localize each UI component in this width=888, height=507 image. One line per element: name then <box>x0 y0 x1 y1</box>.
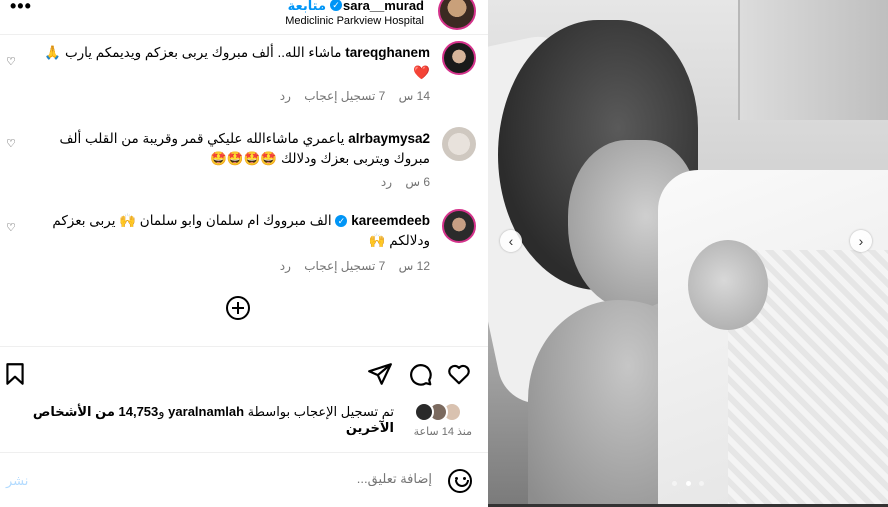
likes-and: و <box>158 404 165 419</box>
comment-time[interactable]: 6 س <box>405 175 430 189</box>
likes-count[interactable]: 14,753 <box>119 404 159 419</box>
reply-button[interactable]: رد <box>280 89 291 103</box>
comment-icon[interactable] <box>407 361 433 387</box>
reply-button[interactable]: رد <box>381 175 392 189</box>
like-comment-icon[interactable]: ♡ <box>6 137 16 150</box>
comment-likes[interactable]: 7 تسجيل إعجاب <box>304 89 385 103</box>
save-bookmark-icon[interactable] <box>2 361 28 387</box>
post-timestamp[interactable]: منذ 14 ساعة <box>414 425 472 438</box>
liker-avatar <box>414 402 434 422</box>
likes-prefix: تم تسجيل الإعجاب بواسطة <box>247 404 394 419</box>
like-comment-icon[interactable]: ♡ <box>6 55 16 68</box>
comment-text: ماشاء الله.. ألف مبروك يربى بعزكم ويديمك… <box>44 45 342 60</box>
photo-baby <box>688 240 768 330</box>
load-more-comments-icon[interactable] <box>226 296 250 320</box>
comment-body: alrbaymysa2 ياعمري ماشاءالله عليكي قمر و… <box>40 129 430 169</box>
share-icon[interactable] <box>367 361 393 387</box>
comment-meta: 12 س 7 تسجيل إعجاب رد <box>270 259 430 273</box>
carousel-prev-icon[interactable]: ‹ <box>500 230 522 252</box>
likes-summary: تم تسجيل الإعجاب بواسطة yaralnamlah و14,… <box>8 398 472 435</box>
post-comment-button[interactable]: نشر <box>6 473 28 489</box>
comment-meta: 6 س رد <box>371 175 430 189</box>
comment-input[interactable] <box>112 471 432 486</box>
comment-meta: 14 س 7 تسجيل إعجاب رد <box>270 89 430 103</box>
comments-panel: sara__murad ✓ متابعة Mediclinic Parkview… <box>0 0 488 507</box>
carousel-dot <box>698 481 704 486</box>
follow-button[interactable]: متابعة <box>288 0 326 14</box>
carousel-dot <box>672 481 678 486</box>
likers-avatars[interactable] <box>402 400 462 422</box>
likes-text: تم تسجيل الإعجاب بواسطة yaralnamlah و14,… <box>8 404 394 436</box>
post-dialog: sara__murad ✓ متابعة Mediclinic Parkview… <box>0 0 888 507</box>
post-location[interactable]: Mediclinic Parkview Hospital <box>285 15 424 27</box>
verified-icon: ✓ <box>335 215 348 228</box>
add-comment-bar: نشر <box>0 452 488 507</box>
verified-icon: ✓ <box>330 0 342 11</box>
like-comment-icon[interactable]: ♡ <box>6 221 16 234</box>
commenter-avatar[interactable] <box>442 127 476 161</box>
heart-icon[interactable] <box>446 361 472 387</box>
comment-item: kareemdeeb ✓ الف مبرووك ام سلمان وابو سل… <box>0 207 488 283</box>
reply-button[interactable]: رد <box>280 259 291 273</box>
carousel-next-icon[interactable]: › <box>850 230 872 252</box>
commenter-avatar[interactable] <box>442 209 476 243</box>
comment-username[interactable]: kareemdeeb <box>351 213 430 228</box>
commenter-avatar[interactable] <box>442 41 476 75</box>
post-header: sara__murad ✓ متابعة Mediclinic Parkview… <box>0 0 488 30</box>
author-avatar[interactable] <box>438 0 476 30</box>
post-photo[interactable]: ‹ › <box>488 0 888 507</box>
liker-username[interactable]: yaralnamlah <box>168 404 244 419</box>
comment-emoji: ❤️ <box>413 65 430 80</box>
action-bar <box>0 346 488 402</box>
comment-body: kareemdeeb ✓ الف مبرووك ام سلمان وابو سل… <box>40 211 430 251</box>
comment-body: tareqghanem ماشاء الله.. ألف مبروك يربى … <box>40 43 430 83</box>
carousel-indicator <box>488 473 888 491</box>
comment-time[interactable]: 14 س <box>399 89 430 103</box>
photo-hospital-equipment <box>738 0 888 120</box>
author-username[interactable]: sara__murad <box>343 0 424 13</box>
comment-username[interactable]: tareqghanem <box>345 45 430 60</box>
comment-username[interactable]: alrbaymysa2 <box>348 131 430 146</box>
emoji-icon[interactable] <box>448 469 472 493</box>
more-options-icon[interactable]: ••• <box>10 0 32 17</box>
carousel-dot <box>685 481 691 486</box>
comment-likes[interactable]: 7 تسجيل إعجاب <box>304 259 385 273</box>
comment-time[interactable]: 12 س <box>399 259 430 273</box>
comment-item: alrbaymysa2 ياعمري ماشاءالله عليكي قمر و… <box>0 123 488 199</box>
comment-item: tareqghanem ماشاء الله.. ألف مبروك يربى … <box>0 39 488 117</box>
